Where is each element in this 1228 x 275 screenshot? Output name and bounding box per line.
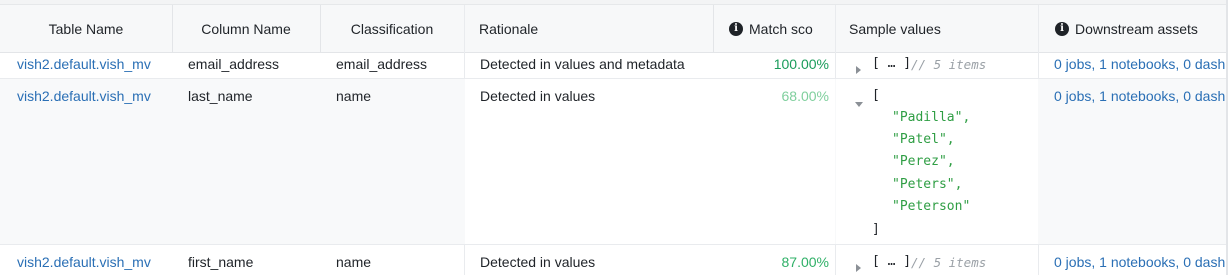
rationale-cell: Detected in values: [480, 88, 596, 104]
classification-cell: email_address: [336, 56, 428, 72]
classification-cell: name: [336, 254, 372, 270]
sample-item: "Peters",: [892, 177, 963, 192]
header-column-name[interactable]: Column Name: [172, 5, 320, 52]
match-score-cell: 100.00%: [773, 56, 829, 72]
header-table-name[interactable]: Table Name: [0, 5, 172, 52]
header-downstream-assets-label: Downstream assets: [1075, 20, 1198, 37]
table-row[interactable]: vish2.default.vish_mv email_address emai…: [0, 53, 1228, 79]
table-name-link[interactable]: vish2.default.vish_mv: [17, 88, 151, 104]
triangle-down-icon[interactable]: [855, 94, 863, 110]
classification-cell: name: [336, 88, 372, 104]
sample-collapsed[interactable]: [ … ]: [872, 254, 911, 269]
header-sample-values[interactable]: Sample values: [835, 5, 1038, 52]
data-table: Table Name Column Name Classification Ra…: [0, 0, 1228, 275]
info-icon[interactable]: i: [1055, 21, 1069, 36]
table-row[interactable]: vish2.default.vish_mv last_name name Det…: [0, 79, 1228, 245]
table-row[interactable]: vish2.default.vish_mv first_name name De…: [0, 245, 1228, 275]
triangle-right-icon[interactable]: [856, 61, 861, 77]
table-name-link[interactable]: vish2.default.vish_mv: [17, 254, 151, 270]
header-sample-values-label: Sample values: [849, 20, 941, 37]
triangle-right-icon[interactable]: [856, 259, 861, 275]
rationale-cell: Detected in values and metadata: [480, 56, 685, 72]
match-score-cell: 87.00%: [781, 254, 829, 270]
table-name-link[interactable]: vish2.default.vish_mv: [17, 56, 151, 72]
sample-count: // 5 items: [911, 57, 987, 72]
header-column-name-label: Column Name: [201, 20, 291, 37]
match-score-cell: 68.00%: [781, 88, 829, 104]
header-match-score[interactable]: i Match sco: [713, 5, 837, 52]
column-name-cell: email_address: [188, 56, 280, 72]
header-downstream-assets[interactable]: i Downstream assets: [1038, 5, 1228, 52]
column-name-cell: first_name: [188, 254, 254, 270]
header-divider[interactable]: [172, 5, 173, 52]
sample-item: "Perez",: [892, 154, 955, 169]
header-rationale[interactable]: Rationale: [464, 5, 713, 52]
sample-item: "Padilla",: [892, 110, 971, 125]
sample-item: "Peterson": [892, 199, 971, 214]
header-classification[interactable]: Classification: [320, 5, 464, 52]
header-match-score-label: Match sco: [749, 20, 813, 37]
header-rationale-label: Rationale: [479, 20, 539, 37]
header-divider[interactable]: [713, 5, 714, 52]
sample-item: "Patel",: [892, 132, 955, 147]
downstream-assets-link[interactable]: 0 jobs, 1 notebooks, 0 dashb: [1054, 88, 1228, 104]
downstream-assets-link[interactable]: 0 jobs, 1 notebooks, 0 dashb: [1054, 56, 1228, 72]
rationale-cell: Detected in values: [480, 254, 596, 270]
downstream-assets-link[interactable]: 0 jobs, 1 notebooks, 0 dashb: [1054, 254, 1228, 270]
sample-collapsed[interactable]: [ … ]: [872, 56, 911, 71]
header-divider[interactable]: [320, 5, 321, 52]
column-name-cell: last_name: [188, 88, 253, 104]
sample-open-bracket: [: [872, 88, 880, 103]
sample-close-bracket: ]: [872, 222, 880, 237]
header-table-name-label: Table Name: [48, 20, 124, 37]
sample-values-expanded: [ "Padilla", "Patel", "Perez", "Peters",…: [836, 79, 1038, 244]
header-classification-label: Classification: [350, 20, 434, 37]
info-icon[interactable]: i: [729, 21, 743, 36]
table-header: Table Name Column Name Classification Ra…: [0, 5, 1228, 53]
sample-count: // 5 items: [911, 255, 987, 270]
